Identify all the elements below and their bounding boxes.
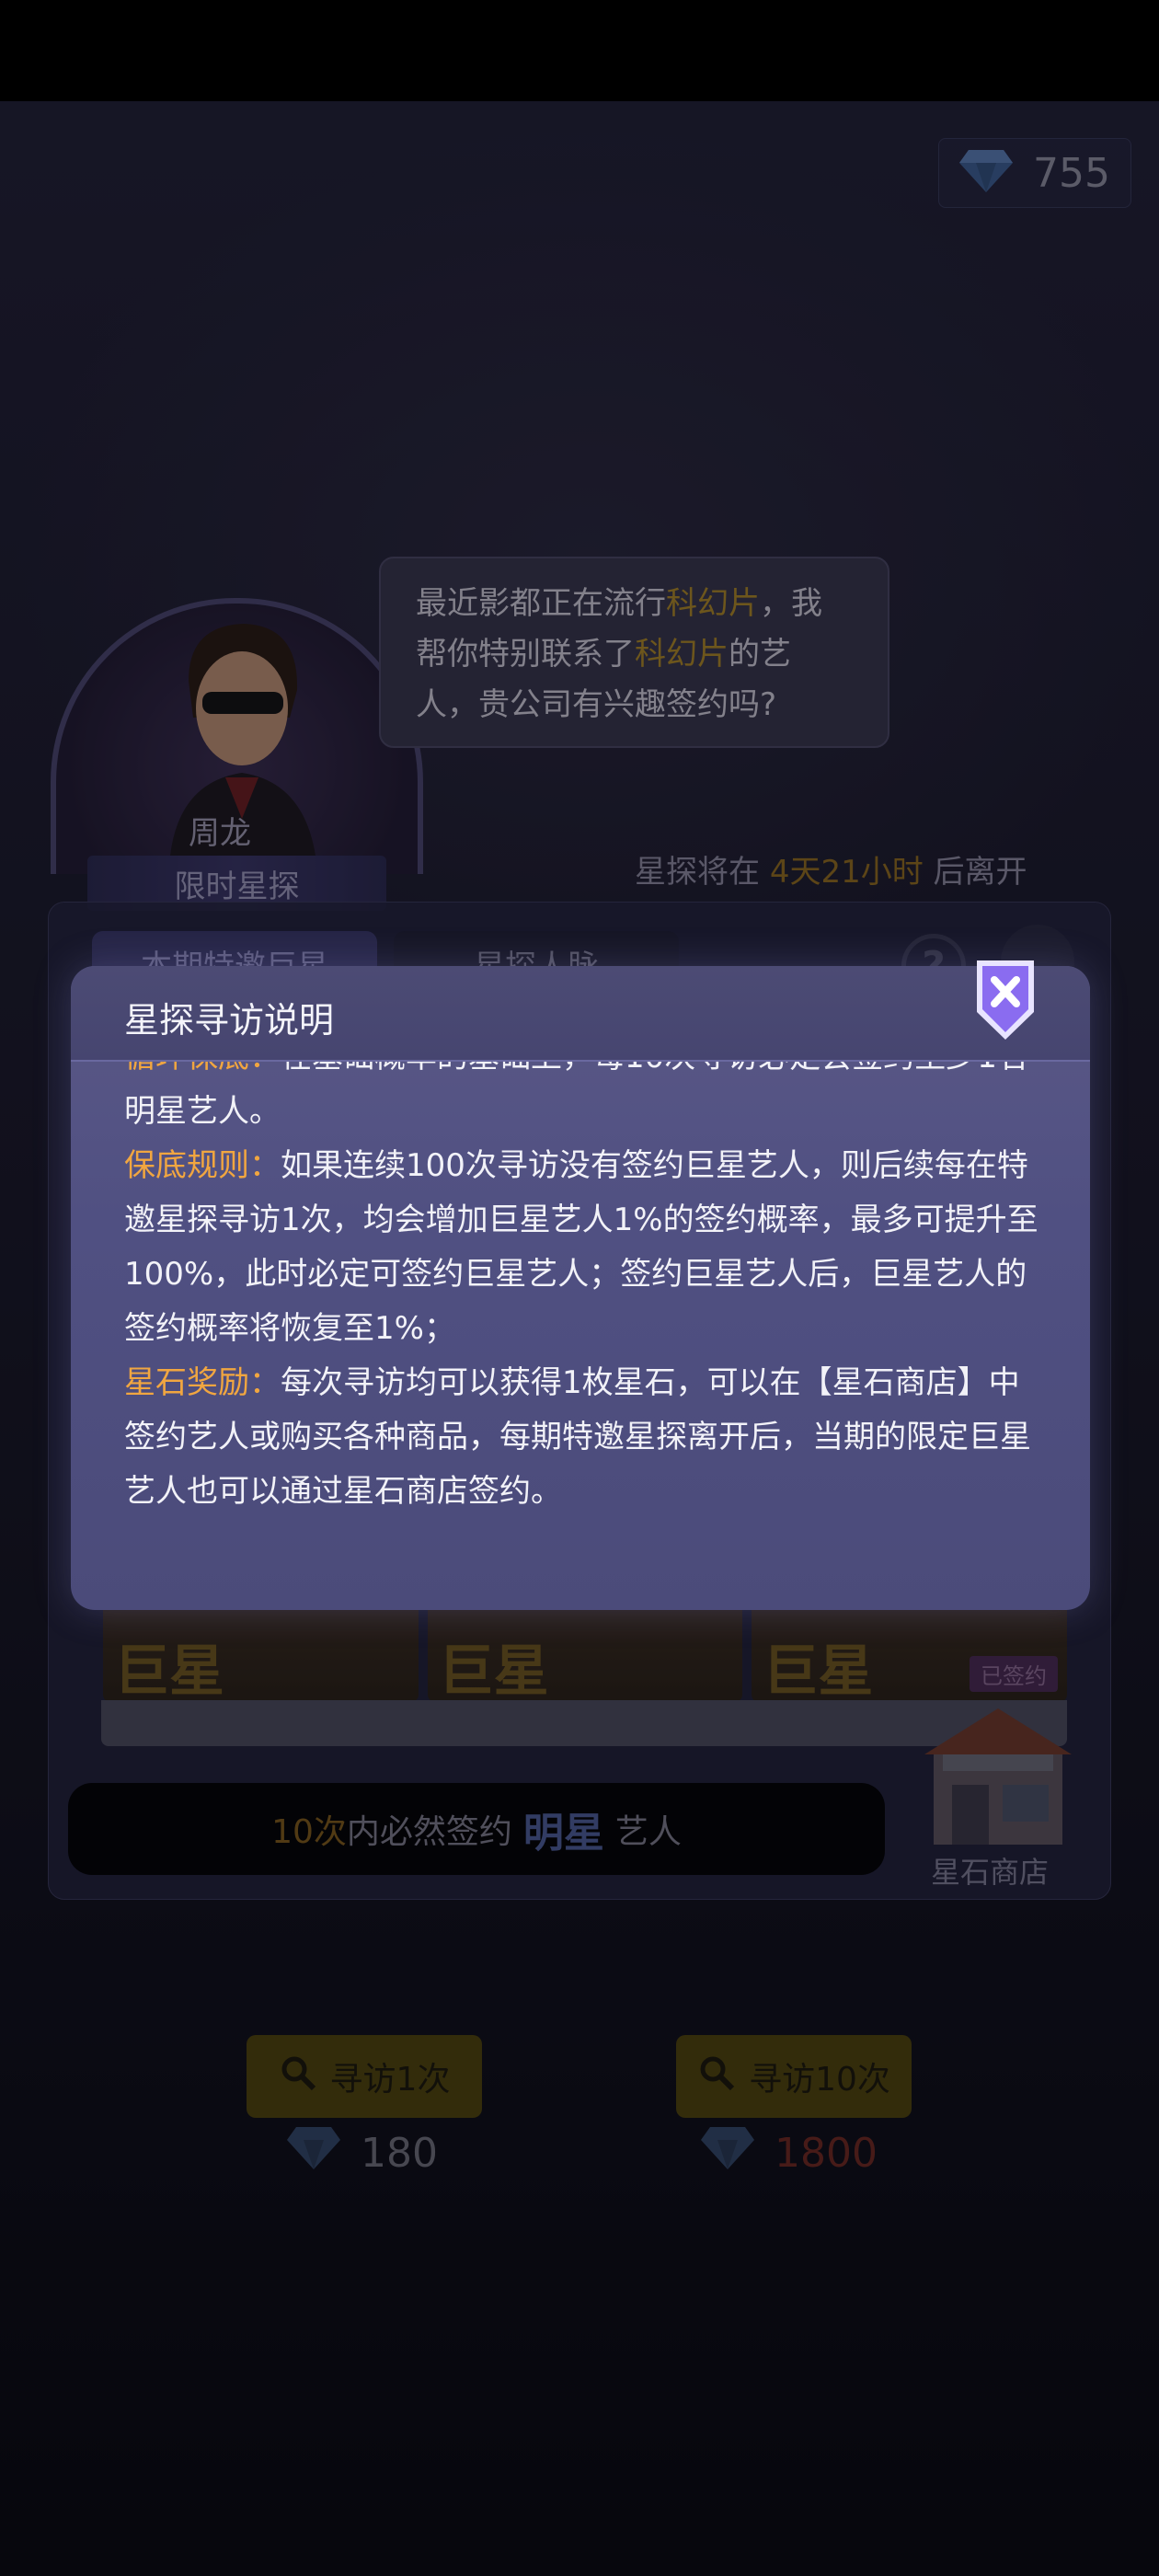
- modal-title: 星探寻访说明: [124, 1000, 335, 1041]
- rule-label: 保底规则：: [124, 1147, 281, 1184]
- modal-body[interactable]: 循环保底：在基础概率的基础上，每10次寻访必定会签约至少1名明星艺人。 保底规则…: [124, 1062, 1044, 1549]
- close-icon: [973, 960, 1038, 1047]
- scout-info-modal: 星探寻访说明 循环保底：在基础概率的基础上，每10次寻访必定会签约至少1名明星艺…: [71, 966, 1090, 1610]
- rule-label: 循环保底：: [124, 1062, 281, 1075]
- rule-cycle: 循环保底：在基础概率的基础上，每10次寻访必定会签约至少1名明星艺人。: [124, 1062, 1044, 1139]
- rule-guarantee: 保底规则：如果连续100次寻访没有签约巨星艺人，则后续每在特邀星探寻访1次，均会…: [124, 1139, 1044, 1356]
- modal-close-button[interactable]: [973, 955, 1038, 1043]
- rule-label: 星石奖励：: [124, 1364, 281, 1401]
- modal-header: 星探寻访说明: [71, 966, 1090, 1062]
- rule-star-stone: 星石奖励：每次寻访均可以获得1枚星石，可以在【星石商店】中签约艺人或购买各种商品…: [124, 1356, 1044, 1519]
